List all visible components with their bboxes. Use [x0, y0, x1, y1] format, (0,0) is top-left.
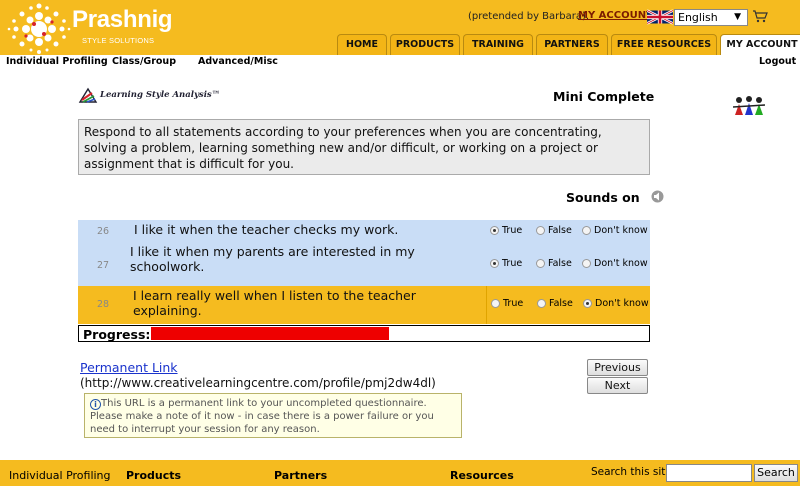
subnav-advanced-misc[interactable]: Advanced/Misc	[198, 56, 278, 67]
permanent-link-url: (http://www.creativelearningcentre.com/p…	[80, 376, 436, 390]
search-input[interactable]	[666, 464, 752, 482]
question-text: I like it when my parents are interested…	[130, 244, 415, 274]
subnav-individual-profiling[interactable]: Individual Profiling	[6, 56, 108, 67]
answer-options: True False Don't know	[486, 286, 650, 324]
chevron-down-icon: ▼	[734, 12, 741, 22]
search-label: Search this site:	[591, 466, 676, 478]
search-button[interactable]: Search	[754, 464, 798, 482]
footer-products[interactable]: Products	[126, 469, 181, 482]
speaker-icon[interactable]	[651, 190, 664, 203]
progress-track	[151, 327, 646, 340]
question-number: 26	[96, 226, 110, 237]
question-text: I learn really well when I listen to the…	[133, 288, 416, 318]
subnav-class-group[interactable]: Class/Group	[112, 56, 176, 67]
option-label: False	[548, 258, 572, 269]
info-icon: i	[90, 399, 101, 410]
option-true[interactable]: True	[490, 258, 522, 269]
tab-free-resources[interactable]: FREE RESOURCES	[611, 34, 717, 55]
option-dont-know[interactable]: Don't know	[583, 298, 649, 309]
page-title: Mini Complete	[553, 89, 655, 104]
answer-options: True False Don't know	[486, 241, 650, 286]
option-label: False	[548, 225, 572, 236]
question-row-current: 28 I learn really well when I listen to …	[78, 286, 650, 324]
tab-my-account[interactable]: MY ACCOUNT	[720, 34, 800, 55]
question-row: 27 I like it when my parents are interes…	[78, 241, 650, 286]
sub-nav: Individual Profiling Class/Group Advance…	[0, 55, 800, 70]
info-box: i This URL is a permanent link to your un…	[84, 393, 462, 438]
previous-button[interactable]: Previous	[587, 359, 648, 376]
info-text: This URL is a permanent link to your unc…	[90, 398, 434, 435]
language-selected-value: English	[678, 11, 718, 24]
radio-true[interactable]	[490, 226, 499, 235]
kids-illustration-icon	[733, 96, 765, 115]
option-label: Don't know	[594, 225, 648, 236]
next-button[interactable]: Next	[587, 377, 648, 394]
lsa-logo: Learning Style Analysis™	[78, 87, 238, 105]
footer-partners[interactable]: Partners	[274, 469, 327, 482]
question-row: 26 I like it when the teacher checks my …	[78, 220, 650, 241]
tab-training[interactable]: TRAINING	[463, 34, 533, 55]
option-label: True	[502, 225, 523, 236]
option-false[interactable]: False	[536, 258, 572, 269]
radio-false[interactable]	[537, 299, 546, 308]
logout-link[interactable]: Logout	[759, 56, 796, 67]
radio-dont-know[interactable]	[583, 299, 592, 308]
lsa-triangle-icon	[78, 87, 98, 103]
prashnig-logo[interactable]: Prashnig STYLE SOLUTIONS	[6, 2, 173, 54]
question-text: I like it when the teacher checks my wor…	[134, 222, 399, 237]
option-dont-know[interactable]: Don't know	[582, 258, 648, 269]
site-footer: Individual Profiling Products Partners R…	[0, 460, 800, 486]
tab-partners[interactable]: PARTNERS	[536, 34, 608, 55]
question-number: 27	[96, 260, 110, 271]
pretended-by-text: (pretended by Barbara).	[468, 11, 590, 22]
progress-fill	[151, 327, 389, 340]
language-select[interactable]: English ▼	[674, 9, 748, 26]
brand-name: Prashnig	[72, 6, 173, 33]
option-false[interactable]: False	[537, 298, 573, 309]
site-header: Prashnig STYLE SOLUTIONS (pretended by B…	[0, 0, 800, 55]
option-label: False	[549, 298, 573, 309]
option-true[interactable]: True	[490, 225, 522, 236]
question-number: 28	[96, 299, 110, 310]
questions-list: 26 I like it when the teacher checks my …	[78, 220, 650, 324]
radio-true[interactable]	[490, 259, 499, 268]
permanent-link[interactable]: Permanent Link	[80, 360, 178, 375]
radio-dont-know[interactable]	[582, 259, 591, 268]
option-true[interactable]: True	[491, 298, 523, 309]
radio-dont-know[interactable]	[582, 226, 591, 235]
footer-resources[interactable]: Resources	[450, 469, 514, 482]
option-label: True	[503, 298, 524, 309]
uk-flag-icon	[647, 9, 673, 25]
option-dont-know[interactable]: Don't know	[582, 225, 648, 236]
radio-true[interactable]	[491, 299, 500, 308]
answer-options: True False Don't know	[486, 220, 650, 241]
option-label: Don't know	[595, 298, 649, 309]
radio-false[interactable]	[536, 226, 545, 235]
my-account-link[interactable]: MY ACCOUNT	[578, 10, 653, 21]
main-nav: HOME PRODUCTS TRAINING PARTNERS FREE RES…	[337, 34, 800, 55]
option-false[interactable]: False	[536, 225, 572, 236]
footer-individual-profiling[interactable]: Individual Profiling	[9, 469, 111, 482]
tab-home[interactable]: HOME	[337, 34, 387, 55]
progress-label: Progress:	[83, 327, 151, 342]
radio-false[interactable]	[536, 259, 545, 268]
instructions-box: Respond to all statements according to y…	[78, 119, 650, 175]
option-label: Don't know	[594, 258, 648, 269]
sounds-label: Sounds on	[566, 190, 640, 205]
lsa-logo-text: Learning Style Analysis™	[100, 90, 221, 100]
option-label: True	[502, 258, 523, 269]
tab-products[interactable]: PRODUCTS	[390, 34, 460, 55]
brand-subtitle: STYLE SOLUTIONS	[82, 36, 155, 45]
progress-bar: Progress:	[78, 325, 650, 342]
cart-icon[interactable]	[752, 9, 768, 23]
